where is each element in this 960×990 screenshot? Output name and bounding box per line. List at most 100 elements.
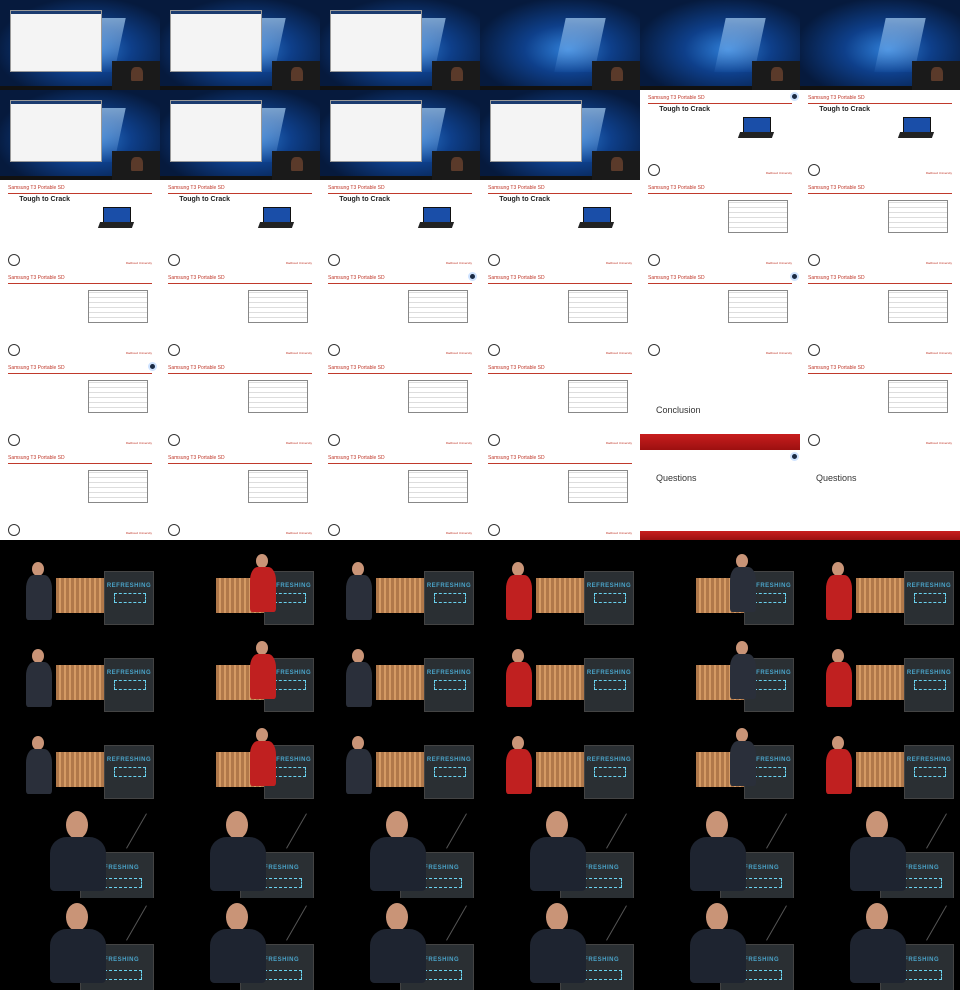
slide-header: Samsung T3 Portable SD (168, 364, 225, 371)
podium-banner: REFRESHING (426, 582, 472, 589)
university-logo (168, 433, 180, 446)
contact-sheet: Samsung T3 Portable SD Radboud University… (0, 0, 960, 990)
window-titlebar (331, 101, 421, 104)
results-table (248, 289, 308, 324)
presenter-webcam (112, 151, 160, 180)
sheet-cell: REFRESHING (160, 806, 320, 898)
microphone (126, 813, 147, 849)
university-logo (648, 253, 660, 266)
presenter-figure (451, 66, 463, 82)
slide-footer: Radboud University (925, 440, 952, 445)
frame-marker (790, 92, 799, 101)
header-rule (328, 462, 472, 464)
sheet-cell: REFRESHING (640, 898, 800, 990)
microphone (286, 905, 307, 941)
speaker (248, 553, 278, 614)
speaker-body (50, 928, 106, 983)
microphone (446, 905, 467, 941)
university-logo (648, 163, 660, 176)
window-titlebar (171, 11, 261, 14)
speaker (504, 736, 534, 796)
sheet-cell: Samsung T3 Portable SD Radboud University (320, 450, 480, 540)
podium-grid (273, 766, 307, 777)
sheet-cell (0, 90, 160, 180)
presenter-figure (131, 66, 143, 82)
speaker-body (210, 928, 266, 983)
frame-marker (790, 272, 799, 281)
speaker-body (730, 566, 756, 612)
results-table (888, 379, 948, 414)
sheet-cell: REFRESHING (480, 632, 640, 719)
slide-header: Samsung T3 Portable SD (648, 184, 705, 191)
presenter-figure (771, 66, 783, 82)
speaker-body (346, 575, 372, 621)
speaker-head (832, 562, 844, 577)
speaker-head (66, 902, 88, 931)
laptop-image (258, 207, 295, 229)
sheet-cell: REFRESHING (640, 719, 800, 806)
presenter-figure (611, 156, 623, 172)
slide-footer: Radboud University (285, 260, 312, 265)
conference-podium: REFRESHING (584, 745, 634, 800)
results-table (568, 379, 628, 414)
speaker-head (706, 810, 728, 839)
speaker-head (256, 553, 268, 568)
presenter-figure (291, 156, 303, 172)
podium-grid (433, 592, 467, 603)
sheet-cell: Samsung T3 Portable SD Radboud University (160, 270, 320, 360)
slide-header: Samsung T3 Portable SD (168, 454, 225, 461)
sheet-cell: Samsung T3 Portable SD Radboud University (480, 360, 640, 450)
speaker (248, 640, 278, 701)
podium-grid (913, 679, 947, 690)
university-logo (168, 523, 180, 536)
speaker-head (736, 727, 748, 742)
presenter-webcam (272, 61, 320, 90)
sheet-cell: REFRESHING (480, 545, 640, 632)
slide-title: Tough to Crack (499, 196, 551, 204)
sheet-cell (0, 0, 160, 90)
app-window (490, 100, 582, 162)
results-table (568, 289, 628, 324)
speaker-body (250, 653, 276, 699)
speaker-head (512, 736, 524, 751)
app-window (170, 100, 262, 162)
slide-footer: Radboud University (445, 260, 472, 265)
sheet-cell: Samsung T3 Portable SD Radboud University (0, 360, 160, 450)
podium-grid (273, 679, 307, 690)
slide-header: Samsung T3 Portable SD (488, 364, 545, 371)
university-logo (328, 433, 340, 446)
podium-grid (433, 766, 467, 777)
header-rule (328, 372, 472, 374)
slide-footer: Radboud University (285, 440, 312, 445)
speaker-body (346, 749, 372, 795)
speaker (344, 562, 374, 622)
podium-grid (913, 766, 947, 777)
speaker (848, 810, 908, 891)
speaker-head (256, 640, 268, 655)
header-rule (328, 282, 472, 284)
speaker-head (32, 736, 44, 751)
speaker-head (352, 562, 364, 577)
speaker-body (50, 836, 106, 891)
speaker-head (832, 649, 844, 664)
slide-title: Tough to Crack (659, 106, 711, 114)
slide-header: Samsung T3 Portable SD (808, 94, 865, 101)
presenter-figure (291, 66, 303, 82)
window-titlebar (491, 101, 581, 104)
sheet-cell: Samsung T3 Portable SD Radboud University (160, 450, 320, 540)
speaker-head (386, 810, 408, 839)
speaker (848, 902, 908, 983)
university-logo (808, 253, 820, 266)
speaker-body (530, 928, 586, 983)
conference-podium: REFRESHING (424, 571, 474, 626)
podium-grid (593, 592, 627, 603)
podium-banner: REFRESHING (906, 756, 952, 763)
speaker (48, 902, 108, 983)
speaker (344, 649, 374, 709)
sheet-cell: REFRESHING (0, 719, 160, 806)
sheet-cell: Samsung T3 Portable SD Radboud University (800, 270, 960, 360)
laptop-image (578, 207, 615, 229)
speaker (688, 902, 748, 983)
university-logo (488, 253, 500, 266)
results-table (888, 289, 948, 324)
